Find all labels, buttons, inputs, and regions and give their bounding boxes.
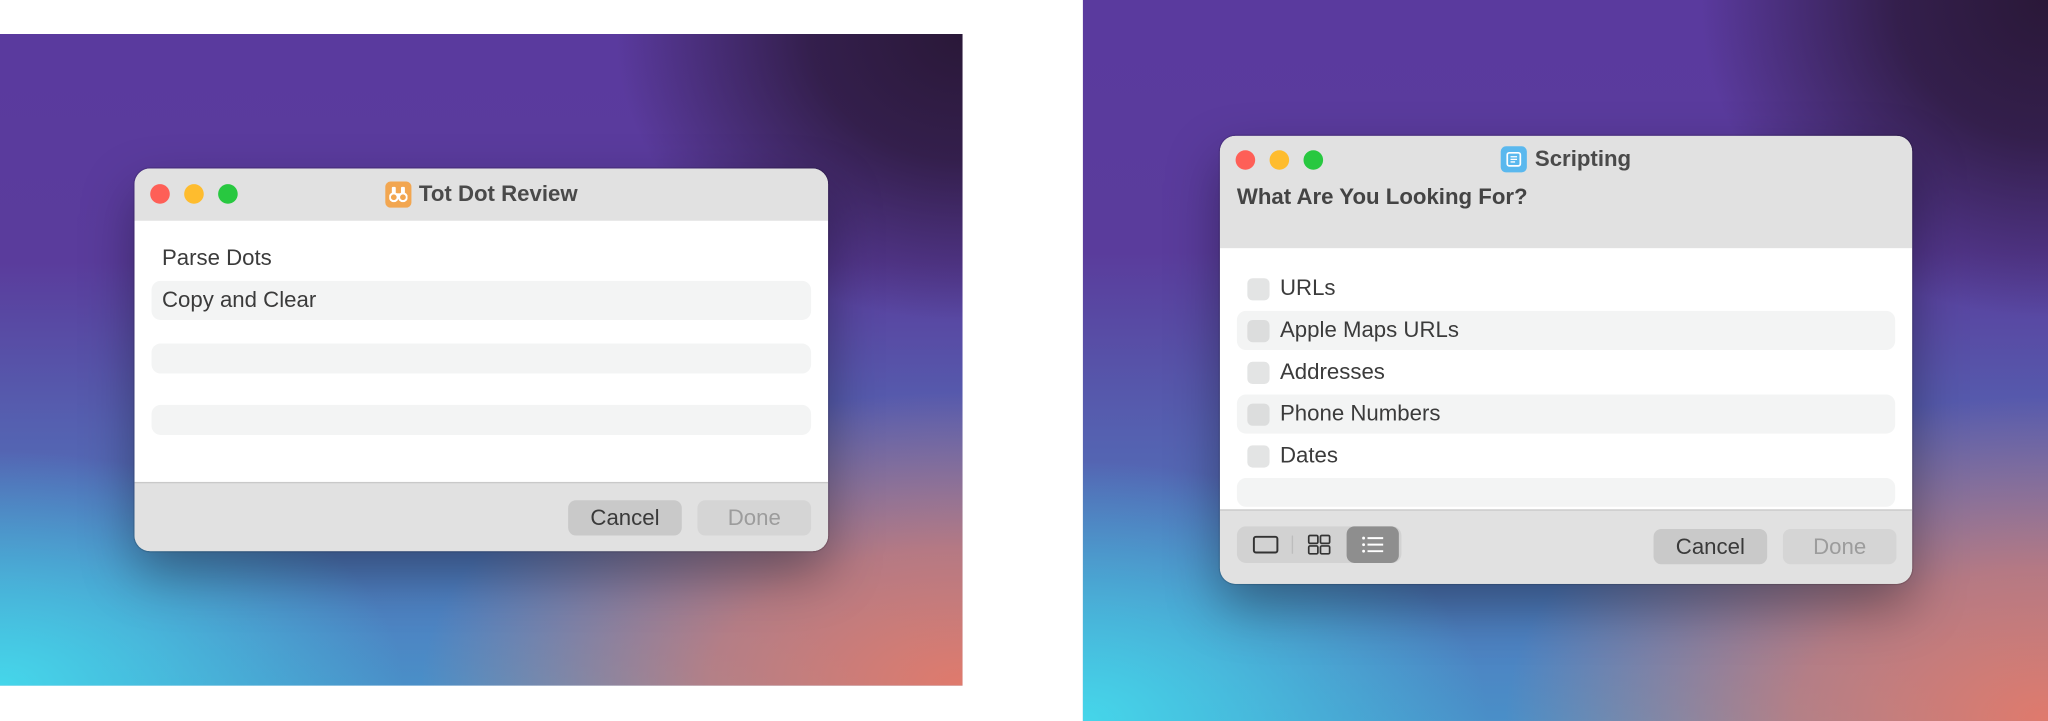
tot-dot-review-window: Tot Dot Review Parse Dots Copy and Clear [134, 168, 829, 552]
done-button[interactable]: Done [697, 500, 812, 536]
single-view-button[interactable] [1240, 526, 1292, 563]
list-item[interactable]: Copy and Clear [151, 280, 812, 320]
checkbox[interactable] [1247, 402, 1270, 426]
option-row[interactable]: Phone Numbers [1236, 394, 1896, 434]
screenshot-stage: Tot Dot Review Parse Dots Copy and Clear [0, 0, 2048, 721]
option-row[interactable]: URLs [1237, 269, 1895, 308]
desktop-wallpaper-right: Scripting What Are You Looking For? URLs… [1082, 0, 2048, 721]
grid-view-button[interactable] [1293, 526, 1345, 563]
checkbox[interactable] [1247, 277, 1270, 300]
list-item[interactable] [151, 404, 812, 435]
desktop-wallpaper-left: Tot Dot Review Parse Dots Copy and Clear [0, 33, 963, 686]
window-title: Tot Dot Review [135, 168, 829, 220]
option-label: URLs [1279, 275, 1336, 301]
done-button[interactable]: Done [1782, 528, 1897, 565]
window-title: Scripting [1220, 136, 1912, 183]
empty-row [1236, 478, 1896, 507]
list-item-label: Copy and Clear [161, 287, 317, 313]
window-title-text: Tot Dot Review [418, 181, 578, 207]
title-bar[interactable]: Scripting [1219, 135, 1913, 183]
title-bar[interactable]: Tot Dot Review [134, 168, 829, 221]
option-row[interactable]: Addresses [1237, 353, 1895, 392]
list-item[interactable]: Parse Dots [152, 239, 812, 278]
dialog-footer: Cancel Done [1219, 509, 1913, 584]
cancel-button[interactable]: Cancel [1653, 528, 1768, 565]
options-list: URLs Apple Maps URLs Addresses Phone Num… [1219, 248, 1913, 510]
list-view-icon [1362, 536, 1384, 553]
list-item-label: Parse Dots [161, 245, 272, 271]
prompt-heading: What Are You Looking For? [1219, 182, 1913, 249]
option-row[interactable]: Dates [1237, 436, 1895, 475]
grid-view-icon [1307, 534, 1331, 555]
view-mode-segmented-control [1236, 526, 1402, 563]
action-list: Parse Dots Copy and Clear [134, 220, 829, 482]
window-title-text: Scripting [1534, 146, 1632, 172]
checkbox[interactable] [1247, 319, 1270, 342]
single-view-icon [1252, 535, 1279, 554]
option-row[interactable]: Apple Maps URLs [1236, 310, 1896, 351]
option-label: Addresses [1279, 359, 1385, 384]
binoculars-icon [384, 181, 412, 208]
list-item[interactable] [151, 343, 812, 374]
checkbox[interactable] [1247, 361, 1270, 384]
scripting-window: Scripting What Are You Looking For? URLs… [1219, 135, 1913, 584]
option-label: Dates [1279, 442, 1339, 468]
option-label: Phone Numbers [1279, 400, 1441, 426]
list-view-button[interactable] [1346, 526, 1399, 563]
dialog-footer: Cancel Done [134, 481, 829, 552]
cancel-button[interactable]: Cancel [568, 500, 682, 536]
checkbox[interactable] [1247, 444, 1270, 467]
option-label: Apple Maps URLs [1279, 317, 1459, 343]
script-document-icon [1500, 146, 1528, 173]
